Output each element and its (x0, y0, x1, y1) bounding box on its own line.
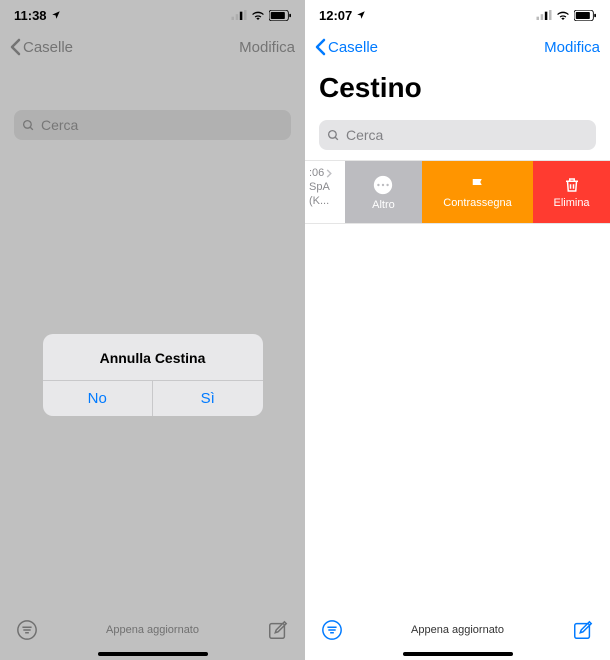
edit-button[interactable]: Modifica (544, 39, 600, 56)
back-button[interactable]: Caselle (10, 38, 73, 56)
filter-icon[interactable] (16, 619, 38, 641)
signal-icon (231, 10, 247, 20)
swipe-more-label: Altro (372, 199, 395, 211)
chevron-left-icon (10, 38, 21, 56)
alert-title: Annulla Cestina (43, 334, 263, 380)
alert-no-button[interactable]: No (43, 381, 154, 416)
more-icon (372, 174, 394, 196)
undo-alert: Annulla Cestina No Sì (43, 334, 263, 416)
row-partial-content: :06 SpA (K... (305, 161, 345, 223)
back-label: Caselle (23, 39, 73, 56)
wifi-icon (556, 10, 570, 20)
nav-bar: Caselle Modifica (305, 30, 610, 64)
search-field[interactable]: Cerca (319, 120, 596, 150)
home-indicator (98, 652, 208, 656)
search-placeholder: Cerca (346, 127, 383, 143)
page-title: Cestino (305, 64, 610, 110)
swipe-flag-label: Contrassegna (443, 197, 512, 209)
chevron-left-icon (315, 38, 326, 56)
status-bar: 11:38 (0, 0, 305, 30)
trash-icon (563, 176, 581, 194)
nav-bar: Caselle Modifica (0, 30, 305, 64)
search-placeholder: Cerca (41, 117, 78, 133)
search-field[interactable]: Cerca (14, 110, 291, 140)
status-bar: 12:07 (305, 0, 610, 30)
battery-icon (574, 10, 596, 21)
left-screenshot: 11:38 Caselle Modifica Cerca Annulla Ces… (0, 0, 305, 660)
swipe-flag-button[interactable]: Contrassegna (422, 161, 533, 223)
toolbar-status: Appena aggiornato (0, 624, 305, 636)
mail-row-swiped[interactable]: :06 SpA (K... Altro Contrassegna Elimina (305, 160, 610, 224)
status-time: 11:38 (14, 8, 47, 23)
back-label: Caselle (328, 39, 378, 56)
swipe-more-button[interactable]: Altro (345, 161, 422, 223)
search-icon (22, 119, 35, 132)
battery-icon (269, 10, 291, 21)
alert-yes-button[interactable]: Sì (153, 381, 263, 416)
row-time: :06 (309, 167, 324, 179)
status-time: 12:07 (319, 8, 352, 23)
flag-icon (469, 176, 487, 194)
swipe-delete-button[interactable]: Elimina (533, 161, 610, 223)
chevron-right-icon (326, 169, 332, 178)
right-screenshot: 12:07 Caselle Modifica Cestino Cerca :06… (305, 0, 610, 660)
toolbar-status: Appena aggiornato (305, 624, 610, 636)
home-indicator (403, 652, 513, 656)
filter-icon[interactable] (321, 619, 343, 641)
row-line3: (K... (309, 195, 343, 207)
swipe-delete-label: Elimina (553, 197, 589, 209)
search-icon (327, 129, 340, 142)
location-icon (356, 10, 366, 20)
row-line2: SpA (309, 181, 343, 193)
location-icon (51, 10, 61, 20)
edit-button[interactable]: Modifica (239, 39, 295, 56)
wifi-icon (251, 10, 265, 20)
back-button[interactable]: Caselle (315, 38, 378, 56)
compose-icon[interactable] (572, 619, 594, 641)
signal-icon (536, 10, 552, 20)
compose-icon[interactable] (267, 619, 289, 641)
